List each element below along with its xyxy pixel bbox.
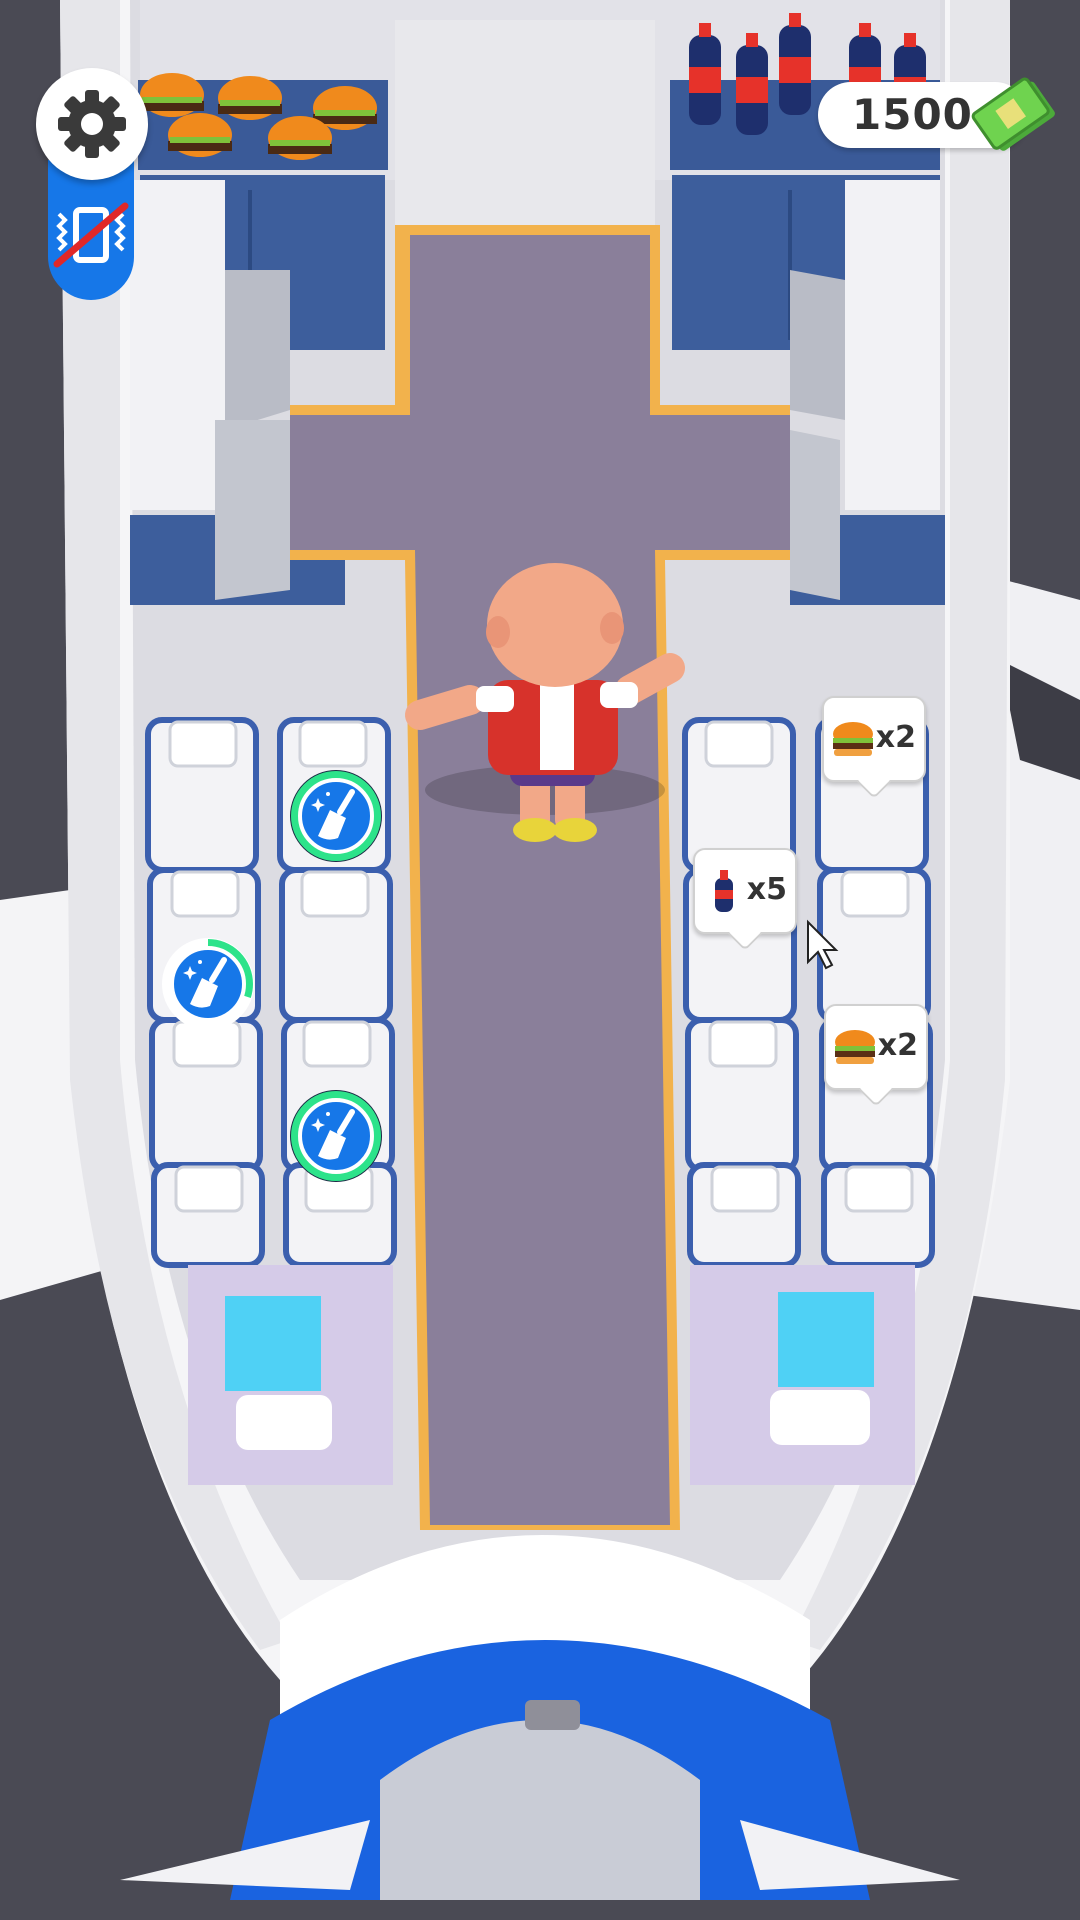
order-qty: x2 xyxy=(875,720,916,755)
clean-seat-button-2[interactable] xyxy=(160,936,256,1032)
burger-icon xyxy=(833,722,873,756)
vibration-off-icon xyxy=(53,202,129,268)
broom-icon xyxy=(162,938,254,1030)
clean-seat-button-3[interactable] xyxy=(288,1088,384,1184)
order-qty: x5 xyxy=(746,872,787,907)
soda-bottle-icon xyxy=(715,870,733,912)
broom-icon xyxy=(290,770,382,862)
game-stage: 1500 x2 x5 x2 xyxy=(0,0,1080,1920)
clean-seat-button-1[interactable] xyxy=(288,768,384,864)
order-bubble-burger-2[interactable]: x2 xyxy=(824,1004,928,1090)
gear-icon xyxy=(58,90,126,158)
settings-button[interactable] xyxy=(36,68,148,180)
cash-icon xyxy=(971,77,1055,151)
order-bubble-soda[interactable]: x5 xyxy=(693,848,797,934)
order-qty: x2 xyxy=(877,1028,918,1063)
money-value: 1500 xyxy=(852,90,973,139)
broom-icon xyxy=(290,1090,382,1182)
order-bubble-burger-1[interactable]: x2 xyxy=(822,696,926,782)
burger-icon xyxy=(835,1030,875,1064)
vibration-toggle[interactable] xyxy=(50,198,132,274)
